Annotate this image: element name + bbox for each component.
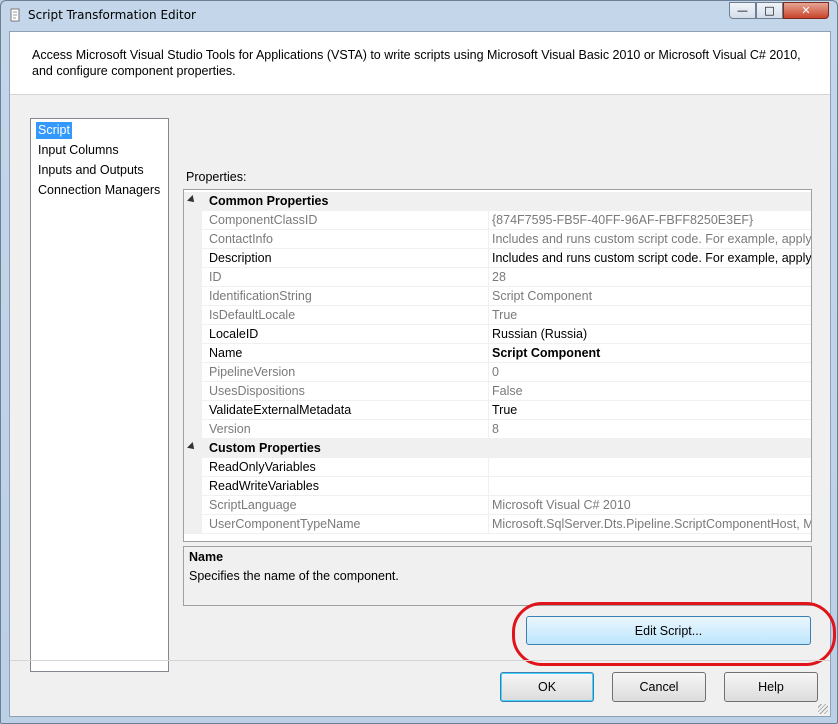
property-name: Version	[209, 422, 251, 436]
property-value: Includes and runs custom script code. Fo…	[492, 232, 812, 246]
property-row-identificationstring[interactable]: IdentificationString Script Component	[184, 287, 811, 306]
property-row-contactinfo[interactable]: ContactInfo Includes and runs custom scr…	[184, 230, 812, 249]
property-value: Script Component	[492, 289, 593, 303]
property-grid: Common Properties ComponentClassID {874F…	[183, 189, 812, 542]
property-name: ComponentClassID	[209, 213, 318, 227]
property-value: False	[492, 384, 523, 398]
property-row-name[interactable]: Name Script Component	[184, 344, 811, 363]
nav-item-connection-managers[interactable]: Connection Managers	[36, 182, 162, 199]
property-row-id[interactable]: ID 28	[184, 268, 811, 287]
page-navigation-list: Script Input Columns Inputs and Outputs …	[30, 118, 169, 672]
property-value: 28	[492, 270, 506, 284]
property-row-version[interactable]: Version 8	[184, 420, 811, 439]
property-value: True	[492, 308, 518, 322]
category-custom-properties[interactable]: Custom Properties	[184, 439, 811, 458]
property-value[interactable]: True	[492, 402, 811, 419]
property-value[interactable]: Russian (Russia)	[492, 326, 811, 343]
property-row-localeid[interactable]: LocaleID Russian (Russia)	[184, 325, 811, 344]
property-name: PipelineVersion	[209, 365, 296, 379]
maximize-icon: □	[764, 4, 775, 17]
ok-button[interactable]: OK	[500, 672, 594, 702]
property-value: Microsoft.SqlServer.Dts.Pipeline.ScriptC…	[492, 517, 812, 531]
header-description: Access Microsoft Visual Studio Tools for…	[32, 48, 801, 78]
description-text: Specifies the name of the component.	[189, 569, 399, 583]
category-label: Common Properties	[209, 194, 329, 208]
maximize-button[interactable]: □	[756, 2, 783, 19]
property-row-scriptlanguage[interactable]: ScriptLanguage Microsoft Visual C# 2010	[184, 496, 811, 515]
property-name: UsesDispositions	[209, 384, 305, 398]
title-bar[interactable]: Script Transformation Editor — □ ✕	[1, 1, 837, 29]
header-band: Access Microsoft Visual Studio Tools for…	[10, 32, 830, 95]
property-row-componentclassid[interactable]: ComponentClassID {874F7595-FB5F-40FF-96A…	[184, 211, 811, 230]
dialog-client-area: Access Microsoft Visual Studio Tools for…	[9, 31, 836, 717]
property-name: ValidateExternalMetadata	[209, 403, 352, 417]
property-value: 0	[492, 365, 499, 379]
property-description-panel: Name Specifies the name of the component…	[183, 546, 812, 606]
property-name: IdentificationString	[209, 289, 312, 303]
property-name: Description	[209, 251, 272, 265]
properties-label: Properties:	[186, 170, 247, 184]
collapse-icon[interactable]	[187, 442, 197, 452]
minimize-button[interactable]: —	[729, 2, 756, 19]
property-row-readwritevariables[interactable]: ReadWriteVariables	[184, 477, 811, 496]
property-name: ContactInfo	[209, 232, 273, 246]
description-title: Name	[189, 550, 224, 564]
property-row-usesdispositions[interactable]: UsesDispositions False	[184, 382, 811, 401]
property-value: Microsoft Visual C# 2010	[492, 498, 631, 512]
property-row-description[interactable]: Description Includes and runs custom scr…	[184, 249, 811, 268]
property-value: 8	[492, 422, 499, 436]
property-name: ScriptLanguage	[209, 498, 297, 512]
window-title: Script Transformation Editor	[28, 8, 196, 22]
property-name: ID	[209, 270, 222, 284]
help-button[interactable]: Help	[724, 672, 818, 702]
collapse-icon[interactable]	[187, 195, 197, 205]
resize-grip[interactable]	[818, 704, 828, 714]
nav-item-script[interactable]: Script	[36, 122, 72, 139]
property-name: ReadWriteVariables	[209, 479, 320, 493]
cancel-button[interactable]: Cancel	[612, 672, 706, 702]
property-value[interactable]: Script Component	[492, 345, 811, 362]
property-value[interactable]: Includes and runs custom script code. Fo…	[492, 250, 811, 267]
category-common-properties[interactable]: Common Properties	[184, 192, 811, 211]
nav-item-input-columns[interactable]: Input Columns	[36, 142, 121, 159]
property-row-usercomponenttypename[interactable]: UserComponentTypeName Microsoft.SqlServe…	[184, 515, 812, 534]
dialog-window: Script Transformation Editor — □ ✕ Acces…	[0, 0, 838, 724]
property-name: ReadOnlyVariables	[209, 460, 316, 474]
footer-divider	[10, 660, 830, 661]
property-name: LocaleID	[209, 327, 259, 341]
highlight-ring	[512, 602, 836, 666]
property-name: IsDefaultLocale	[209, 308, 296, 322]
script-icon	[10, 8, 20, 22]
property-row-isdefaultlocale[interactable]: IsDefaultLocale True	[184, 306, 811, 325]
property-row-readonlyvariables[interactable]: ReadOnlyVariables	[184, 458, 811, 477]
property-row-validateexternalmetadata[interactable]: ValidateExternalMetadata True	[184, 401, 811, 420]
property-value: {874F7595-FB5F-40FF-96AF-FBFF8250E3EF}	[492, 213, 754, 227]
close-icon: ✕	[801, 4, 811, 17]
property-name: Name	[209, 346, 243, 360]
nav-item-inputs-and-outputs[interactable]: Inputs and Outputs	[36, 162, 146, 179]
close-button[interactable]: ✕	[783, 2, 829, 19]
property-name: UserComponentTypeName	[209, 517, 361, 531]
property-row-pipelineversion[interactable]: PipelineVersion 0	[184, 363, 811, 382]
category-label: Custom Properties	[209, 441, 321, 455]
minimize-icon: —	[737, 4, 748, 17]
